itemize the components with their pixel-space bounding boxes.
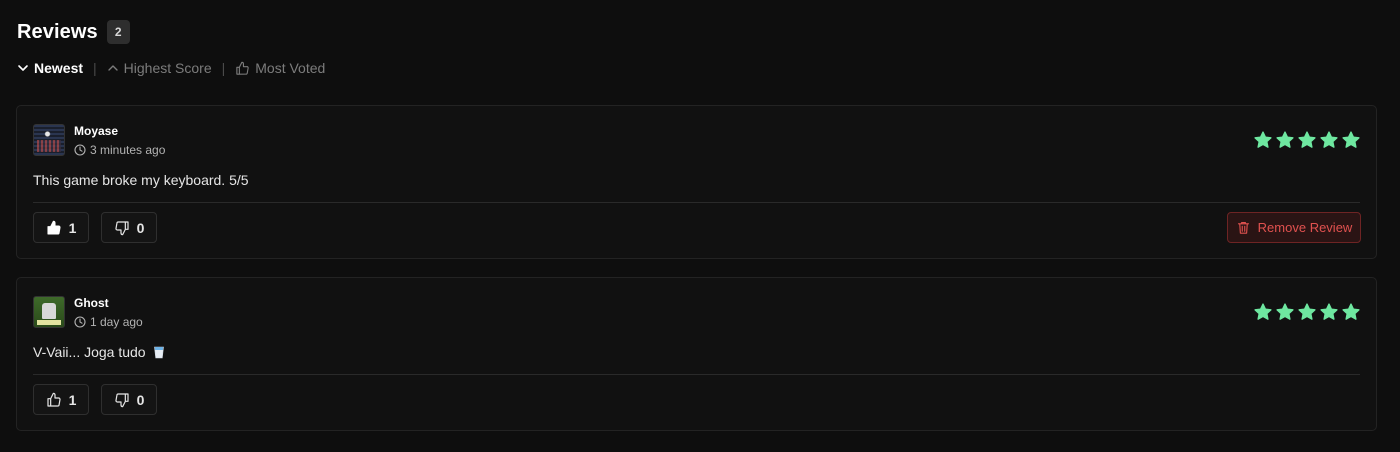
review-timestamp: 1 day ago: [74, 315, 143, 329]
sort-highest-score[interactable]: Highest Score: [107, 60, 212, 76]
sort-most-voted-label: Most Voted: [255, 60, 326, 76]
thumbs-up-icon: [236, 61, 249, 75]
avatar[interactable]: [33, 296, 65, 328]
clock-icon: [74, 316, 86, 328]
clock-icon: [74, 144, 86, 156]
star-icon: [1342, 303, 1360, 320]
reviews-header: Reviews 2: [17, 20, 130, 44]
thumbs-down-icon: [114, 392, 129, 407]
star-icon: [1276, 131, 1294, 148]
review-card: Ghost 1 day ago V-Vaii... Joga tudo 1 0: [16, 277, 1377, 431]
review-timestamp: 3 minutes ago: [74, 143, 165, 157]
page-title: Reviews: [17, 20, 98, 43]
trash-icon: [1237, 221, 1249, 234]
divider: [33, 374, 1360, 375]
sort-separator: |: [93, 60, 97, 76]
review-time-label: 1 day ago: [90, 315, 143, 329]
chevron-up-icon: [107, 65, 118, 71]
sort-separator: |: [221, 60, 226, 76]
star-rating: [1253, 130, 1361, 150]
star-icon: [1342, 131, 1360, 148]
downvote-button[interactable]: 0: [101, 212, 157, 243]
thumbs-up-icon: [47, 220, 61, 235]
upvote-count: 1: [68, 219, 77, 236]
star-icon: [1254, 131, 1272, 148]
review-text-content: V-Vaii... Joga tudo: [33, 344, 146, 360]
sort-highest-score-label: Highest Score: [123, 60, 212, 76]
sort-bar: Newest | Highest Score | Most Voted: [17, 58, 325, 78]
sort-newest[interactable]: Newest: [17, 60, 83, 76]
upvote-button[interactable]: 1: [33, 384, 89, 415]
remove-review-button[interactable]: Remove Review: [1227, 212, 1361, 243]
star-icon: [1320, 303, 1338, 320]
review-username[interactable]: Moyase: [74, 124, 118, 138]
thumbs-down-icon: [114, 220, 129, 235]
sort-newest-label: Newest: [34, 60, 84, 76]
star-icon: [1276, 303, 1294, 320]
review-time-label: 3 minutes ago: [90, 143, 166, 157]
thumbs-up-icon: [46, 392, 61, 407]
star-icon: [1298, 131, 1316, 148]
star-rating: [1253, 302, 1361, 322]
divider: [33, 202, 1360, 203]
remove-review-label: Remove Review: [1257, 220, 1353, 235]
avatar[interactable]: [33, 124, 65, 156]
downvote-count: 0: [136, 219, 145, 236]
downvote-count: 0: [136, 391, 145, 408]
review-text: This game broke my keyboard. 5/5: [33, 172, 249, 188]
star-icon: [1298, 303, 1316, 320]
sort-most-voted[interactable]: Most Voted: [235, 60, 325, 76]
review-count-badge: 2: [106, 20, 130, 44]
star-icon: [1320, 131, 1338, 148]
cup-with-straw-icon: [154, 346, 165, 359]
upvote-count: 1: [68, 391, 77, 408]
downvote-button[interactable]: 0: [101, 384, 157, 415]
upvote-button[interactable]: 1: [33, 212, 89, 243]
review-username[interactable]: Ghost: [74, 296, 109, 310]
review-card: Moyase 3 minutes ago This game broke my …: [16, 105, 1377, 259]
chevron-down-icon: [18, 65, 28, 71]
star-icon: [1254, 303, 1272, 320]
review-text: V-Vaii... Joga tudo: [33, 344, 165, 360]
